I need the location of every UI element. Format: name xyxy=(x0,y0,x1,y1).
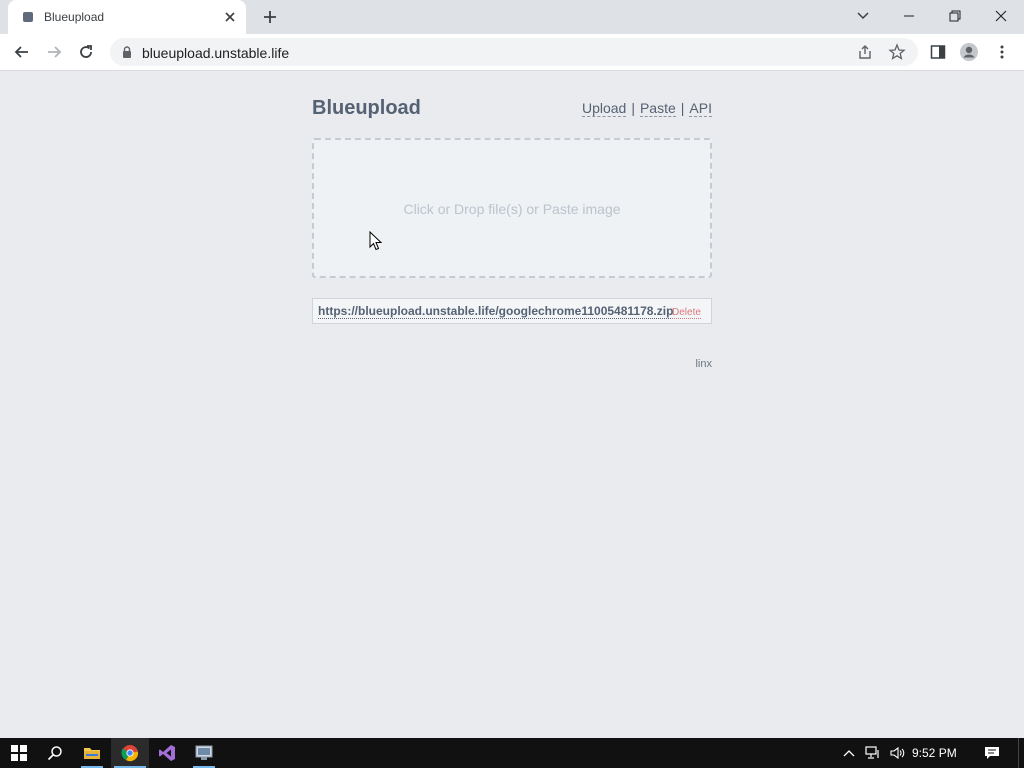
nav-separator: | xyxy=(631,100,635,116)
page-content: Blueupload Upload | Paste | API Click or Dro… xyxy=(0,71,1024,738)
dropzone-hint: Click or Drop file(s) or Paste image xyxy=(403,201,621,217)
uploaded-file-row: https://blueupload.unstable.life/googlec… xyxy=(312,298,712,324)
action-center-icon[interactable] xyxy=(977,738,1007,768)
reload-icon[interactable] xyxy=(75,41,97,63)
forward-icon[interactable] xyxy=(43,41,65,63)
nav-paste-link[interactable]: Paste xyxy=(639,100,676,117)
site-nav: Upload | Paste | API xyxy=(581,100,712,117)
side-panel-icon[interactable] xyxy=(927,41,949,63)
uploaded-file-link[interactable]: https://blueupload.unstable.life/googlec… xyxy=(318,304,674,319)
network-icon[interactable] xyxy=(864,738,882,768)
file-explorer-icon[interactable] xyxy=(73,738,111,768)
search-icon[interactable] xyxy=(36,738,74,768)
remote-desktop-icon[interactable] xyxy=(185,738,223,768)
browser-tab[interactable]: Blueupload xyxy=(8,0,246,34)
close-window-icon[interactable] xyxy=(978,0,1024,32)
chrome-icon[interactable] xyxy=(111,738,149,768)
footer-linx-link[interactable]: linx xyxy=(695,358,712,370)
back-icon[interactable] xyxy=(11,41,33,63)
address-url[interactable]: blueupload.unstable.life xyxy=(142,45,289,61)
delete-file-button[interactable]: Delete xyxy=(672,307,701,319)
site-title[interactable]: Blueupload xyxy=(312,97,421,120)
nav-upload-link[interactable]: Upload xyxy=(581,100,627,117)
profile-avatar-icon[interactable] xyxy=(958,41,980,63)
tab-close-icon[interactable] xyxy=(221,8,239,26)
address-bar[interactable]: blueupload.unstable.life xyxy=(110,38,918,66)
share-icon[interactable] xyxy=(856,43,874,61)
tab-strip: Blueupload xyxy=(0,0,1024,34)
visual-studio-icon[interactable] xyxy=(148,738,186,768)
start-icon[interactable] xyxy=(0,738,38,768)
show-hidden-icons-icon[interactable] xyxy=(841,738,857,768)
favicon-icon xyxy=(23,12,33,22)
kebab-menu-icon[interactable] xyxy=(991,41,1013,63)
nav-separator: | xyxy=(680,100,685,116)
minimize-icon[interactable] xyxy=(886,0,932,32)
lock-icon[interactable] xyxy=(120,45,134,59)
new-tab-icon[interactable] xyxy=(259,6,281,28)
volume-icon[interactable] xyxy=(888,738,906,768)
tab-title: Blueupload xyxy=(44,10,105,24)
browser-toolbar: blueupload.unstable.life xyxy=(0,34,1024,71)
upload-dropzone[interactable]: Click or Drop file(s) or Paste image xyxy=(312,138,712,278)
restore-icon[interactable] xyxy=(932,0,978,32)
bookmark-star-icon[interactable] xyxy=(888,43,906,61)
tab-search-icon[interactable] xyxy=(840,0,886,32)
nav-api-link[interactable]: API xyxy=(689,100,712,117)
taskbar: 9:52 PM xyxy=(0,738,1024,768)
show-desktop-button[interactable] xyxy=(1018,738,1024,768)
taskbar-clock[interactable]: 9:52 PM xyxy=(912,746,957,760)
